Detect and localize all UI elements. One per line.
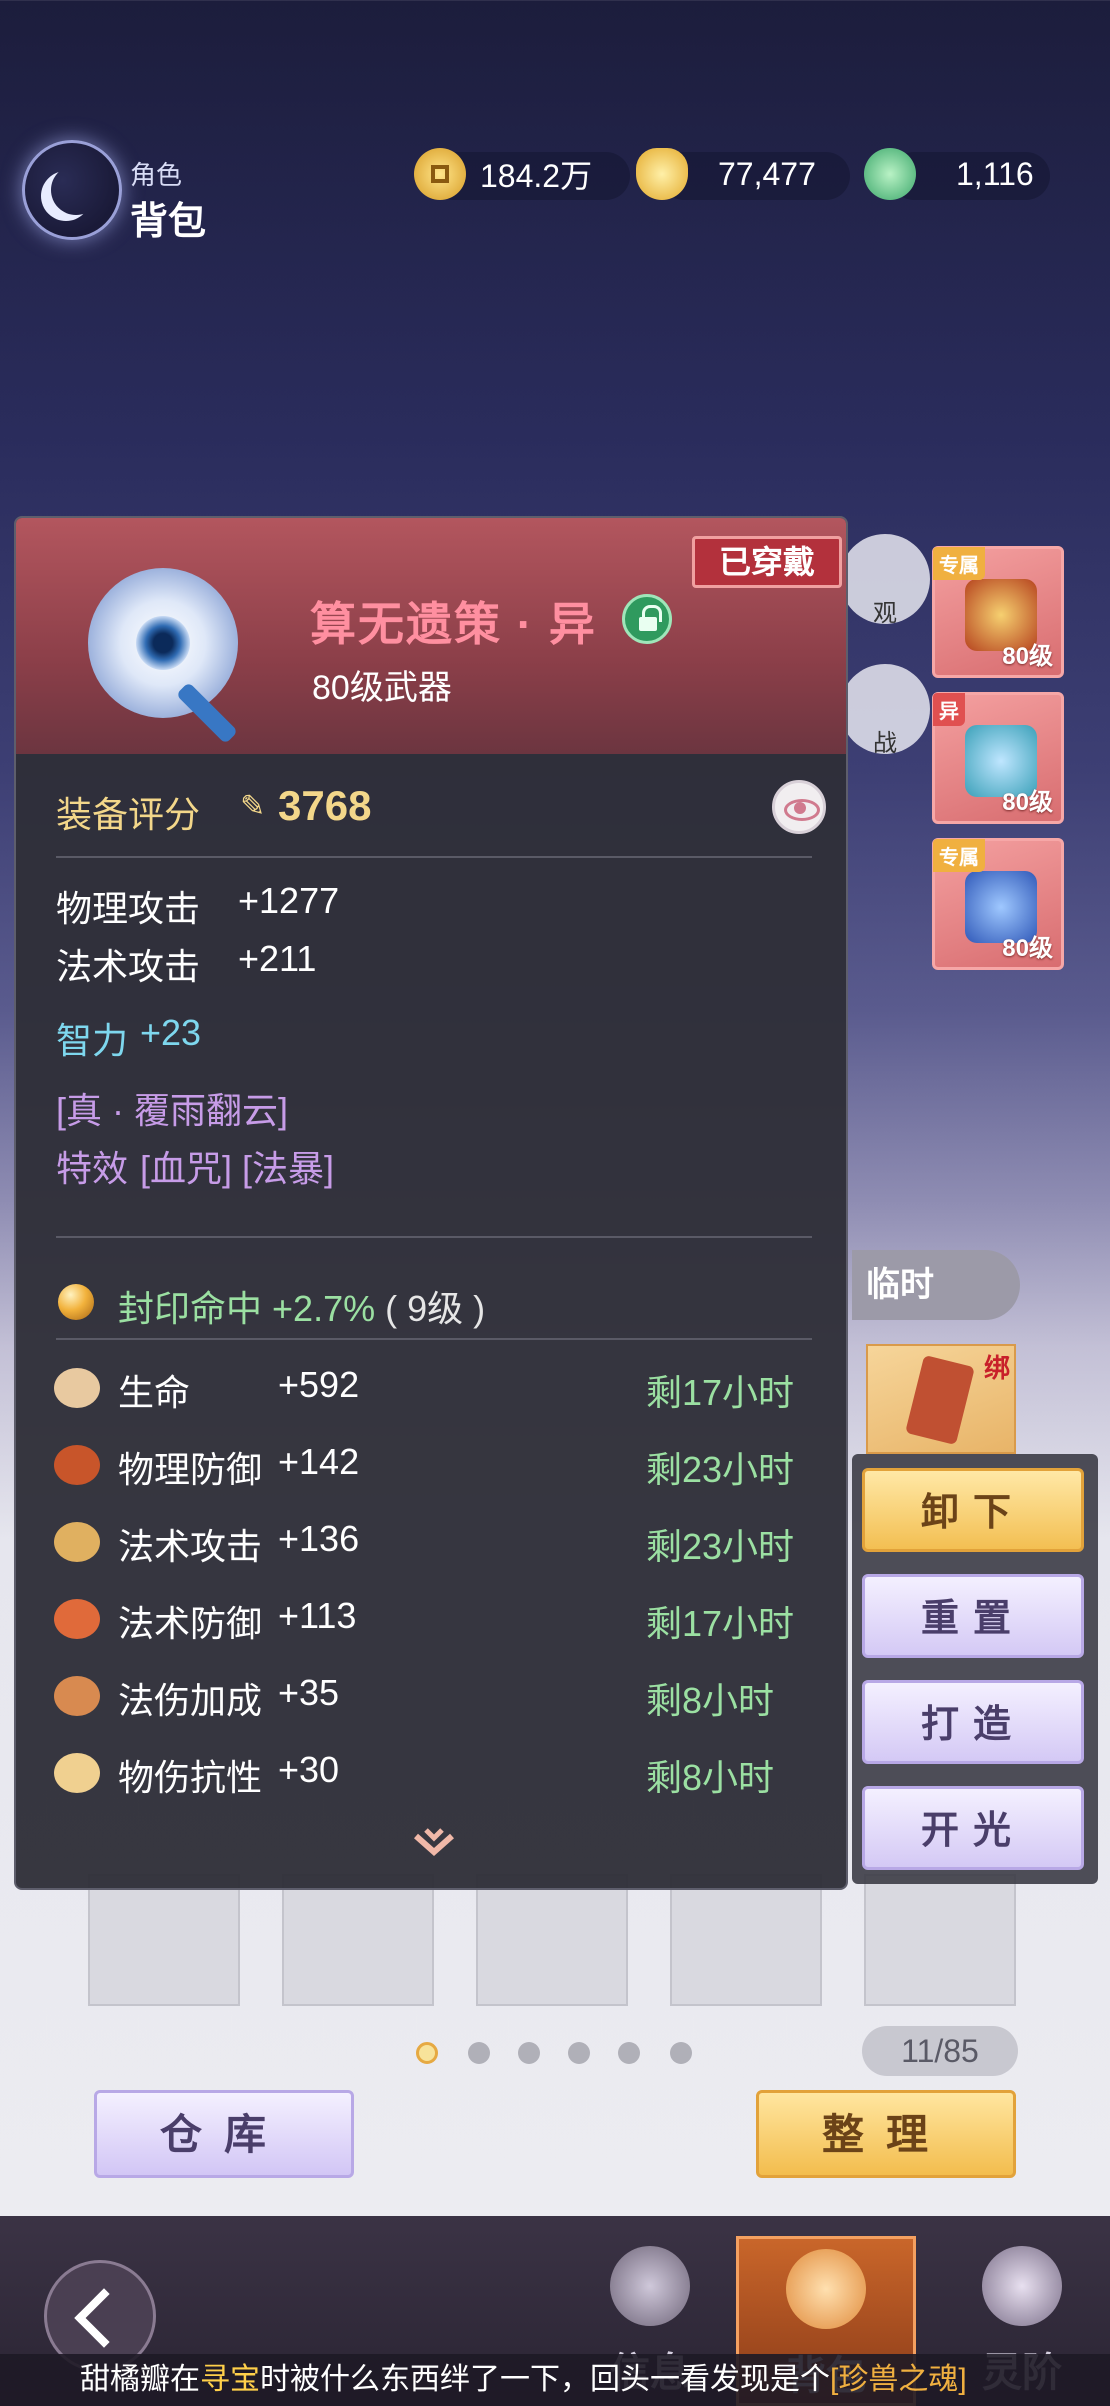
capacity-count: 11/85 bbox=[862, 2026, 1018, 2076]
quill-icon: ✎ bbox=[240, 790, 266, 823]
page-dot-3[interactable] bbox=[518, 2042, 540, 2064]
storage-button[interactable]: 仓库 bbox=[94, 2090, 354, 2178]
equip-slot-1[interactable]: 专属 80级 bbox=[932, 546, 1064, 678]
expand-chevron-icon[interactable] bbox=[410, 1824, 458, 1864]
money-bag-icon bbox=[786, 2249, 866, 2329]
page-dot-1[interactable] bbox=[416, 2042, 438, 2064]
battle-button[interactable]: 战 bbox=[840, 664, 930, 757]
tab-temporary[interactable]: 临时 bbox=[852, 1250, 1020, 1320]
lunchbox-icon bbox=[54, 1753, 100, 1793]
score-label: 装备评分 bbox=[56, 794, 201, 835]
copper-coin-icon bbox=[414, 148, 466, 200]
consecrate-button[interactable]: 开光 bbox=[862, 1786, 1084, 1870]
item-detail-panel: 算无遗策 · 异 80级武器 已穿戴 装备评分 ✎ 3768 物理攻击 +127… bbox=[14, 516, 848, 1890]
equip-slot-2[interactable]: 异 80级 bbox=[932, 692, 1064, 824]
item-type: 80级武器 bbox=[312, 669, 452, 707]
currency-gold[interactable]: 77,477 bbox=[636, 148, 816, 200]
page-title: 背包 bbox=[130, 201, 207, 243]
equipped-badge: 已穿戴 bbox=[692, 536, 842, 588]
buff-row: 生命 +592 剩17小时 bbox=[16, 1358, 846, 1428]
divider bbox=[56, 1338, 812, 1340]
page-dot-2[interactable] bbox=[468, 2042, 490, 2064]
divider bbox=[56, 1236, 812, 1238]
forge-button[interactable]: 打造 bbox=[862, 1680, 1084, 1764]
effects-label: 特效 bbox=[56, 1148, 129, 1189]
currency-value: 1,116 bbox=[956, 155, 1034, 192]
fist-icon bbox=[610, 2246, 690, 2326]
moon-emblem-icon bbox=[22, 140, 122, 240]
reset-button[interactable]: 重置 bbox=[862, 1574, 1084, 1658]
equip-slot-3[interactable]: 专属 80级 bbox=[932, 838, 1064, 970]
jade-dragon-icon bbox=[864, 148, 916, 200]
view-button[interactable]: 观 bbox=[840, 534, 930, 627]
sort-button[interactable]: 整理 bbox=[756, 2090, 1016, 2178]
currency-jade[interactable]: 1,116 bbox=[864, 148, 1034, 200]
feather-fan-weapon-icon bbox=[88, 568, 239, 745]
currency-value: 184.2万 bbox=[480, 158, 593, 194]
page-dot-5[interactable] bbox=[618, 2042, 640, 2064]
buff-row: 物伤抗性 +30 剩8小时 bbox=[16, 1743, 846, 1813]
currency-value: 77,477 bbox=[718, 155, 816, 192]
page-dot-4[interactable] bbox=[568, 2042, 590, 2064]
header-subtitle: 角色 bbox=[130, 160, 183, 190]
seal-stat: 封印命中 +2.7% ( 9级 ) bbox=[118, 1288, 486, 1329]
preview-eye-icon[interactable] bbox=[772, 780, 826, 834]
gold-ingot-icon bbox=[636, 148, 688, 200]
buff-row: 法术防御 +113 剩17小时 bbox=[16, 1589, 846, 1659]
buff-row: 物理防御 +142 剩23小时 bbox=[16, 1435, 846, 1505]
bonus-stat-name: 智力 bbox=[56, 1020, 129, 1061]
noodle-bowl-icon bbox=[54, 1599, 100, 1639]
inventory-cell[interactable] bbox=[282, 1874, 434, 2006]
soup-bowl-icon bbox=[54, 1676, 100, 1716]
stat-name: 物理攻击 bbox=[56, 888, 201, 929]
special-skill: [真 · 覆雨翻云] bbox=[56, 1090, 288, 1131]
score-value: 3768 bbox=[278, 782, 372, 829]
item-header: 算无遗策 · 异 80级武器 已穿戴 bbox=[16, 518, 846, 754]
stat-value: +1277 bbox=[238, 880, 340, 921]
item-name: 算无遗策 · 异 bbox=[310, 598, 597, 650]
bun-food-icon bbox=[54, 1368, 100, 1408]
currency-copper[interactable]: 184.2万 bbox=[414, 148, 592, 200]
bound-item-card[interactable]: 绑 bbox=[866, 1344, 1016, 1454]
dumpling-icon bbox=[54, 1522, 100, 1562]
inventory-cell[interactable] bbox=[670, 1874, 822, 2006]
inventory-cell[interactable] bbox=[88, 1874, 240, 2006]
unequip-button[interactable]: 卸下 bbox=[862, 1468, 1084, 1552]
stat-value: +211 bbox=[238, 938, 317, 979]
inventory-cell[interactable] bbox=[864, 1874, 1016, 2006]
buff-row: 法伤加成 +35 剩8小时 bbox=[16, 1666, 846, 1736]
seal-gem-icon bbox=[58, 1284, 94, 1320]
page-dot-6[interactable] bbox=[670, 2042, 692, 2064]
news-ticker: 甜橘瓣在寻宝时被什么东西绊了一下，回头一看发现是个[珍兽之魂] bbox=[0, 2354, 1110, 2406]
unlock-icon[interactable] bbox=[622, 594, 672, 644]
flame-icon bbox=[982, 2246, 1062, 2326]
bonus-stat-value: +23 bbox=[140, 1012, 202, 1053]
stat-name: 法术攻击 bbox=[56, 946, 201, 987]
scroll-card-icon bbox=[905, 1354, 975, 1446]
inventory-cell[interactable] bbox=[476, 1874, 628, 2006]
effects-list: [血咒] [法暴] bbox=[140, 1148, 335, 1189]
buff-row: 法术攻击 +136 剩23小时 bbox=[16, 1512, 846, 1582]
roast-meat-icon bbox=[54, 1445, 100, 1485]
divider bbox=[56, 856, 812, 858]
